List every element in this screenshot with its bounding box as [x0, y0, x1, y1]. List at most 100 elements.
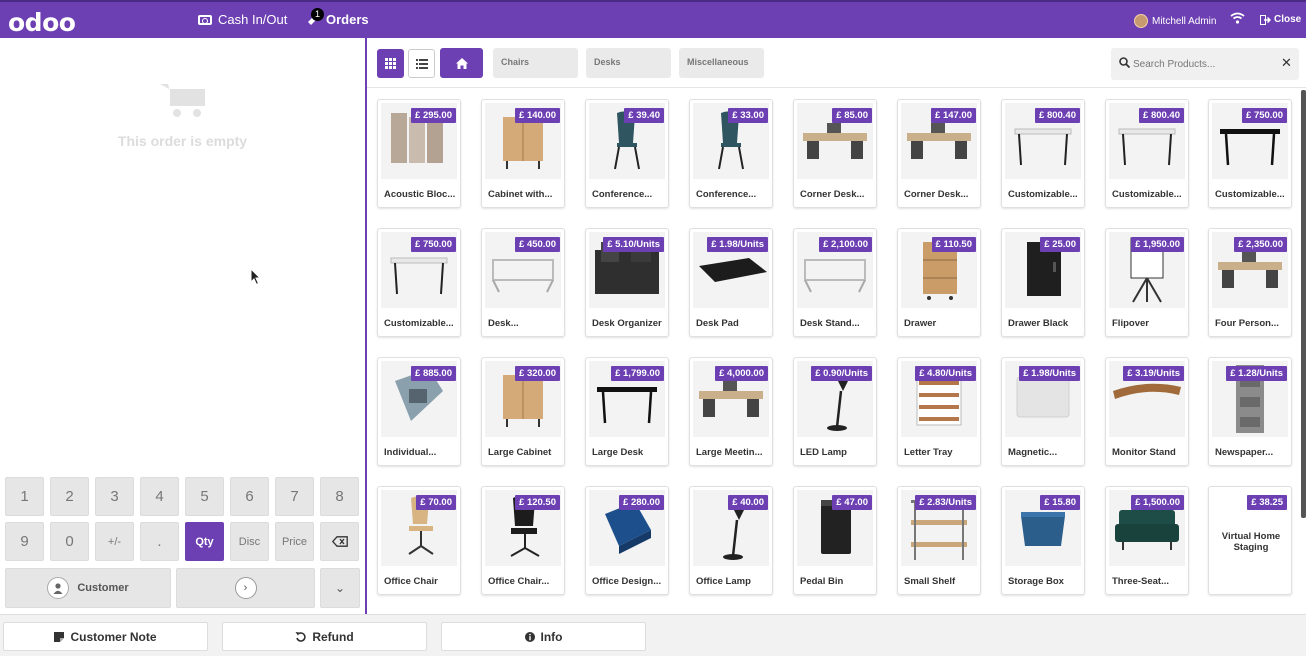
numpad-key-1[interactable]: 1	[5, 477, 44, 516]
chevron-right-icon: ›	[234, 577, 257, 599]
product-card[interactable]: £ 750.00 Customizable...	[1208, 99, 1292, 208]
product-card[interactable]: £ 280.00 Office Design...	[585, 486, 669, 595]
product-card[interactable]: £ 2,100.00 Desk Stand...	[793, 228, 877, 337]
product-price-tag: £ 0.90/Units	[811, 366, 872, 381]
product-card[interactable]: £ 320.00 Large Cabinet	[481, 357, 565, 466]
numpad-key-qty[interactable]: Qty	[185, 522, 224, 561]
product-card[interactable]: £ 295.00 Acoustic Bloc...	[377, 99, 461, 208]
product-card[interactable]: £ 1,799.00 Large Desk	[585, 357, 669, 466]
user-menu[interactable]: Mitchell Admin	[1134, 14, 1216, 28]
product-card[interactable]: £ 85.00 Corner Desk...	[793, 99, 877, 208]
product-scrollbar[interactable]	[1301, 90, 1306, 518]
close-button[interactable]: Close	[1260, 14, 1301, 25]
numpad-key-3[interactable]: 3	[95, 477, 134, 516]
product-card[interactable]: £ 800.40 Customizable...	[1105, 99, 1189, 208]
product-card[interactable]: £ 110.50 Drawer	[897, 228, 981, 337]
product-price-tag: £ 3.19/Units	[1123, 366, 1184, 381]
product-card[interactable]: £ 885.00 Individual...	[377, 357, 461, 466]
category-desks[interactable]: Desks	[586, 48, 671, 78]
cash-in-out-button[interactable]: Cash In/Out	[198, 12, 287, 27]
product-card[interactable]: £ 38.25 Virtual Home Staging	[1208, 486, 1292, 595]
product-name: Pedal Bin	[800, 576, 844, 587]
product-price-tag: £ 85.00	[832, 108, 872, 123]
backspace-key[interactable]	[320, 522, 359, 561]
product-card[interactable]: £ 140.00 Cabinet with...	[481, 99, 565, 208]
product-price-tag: £ 38.25	[1247, 495, 1287, 510]
category-miscellaneous[interactable]: Miscellaneous	[679, 48, 764, 78]
product-name: LED Lamp	[800, 447, 847, 458]
numpad-key-4[interactable]: 4	[140, 477, 179, 516]
product-card[interactable]: £ 1.98/Units Magnetic...	[1001, 357, 1085, 466]
product-price-tag: £ 70.00	[416, 495, 456, 510]
product-card[interactable]: £ 120.50 Office Chair...	[481, 486, 565, 595]
info-button[interactable]: Info	[441, 622, 646, 651]
search-input[interactable]	[1133, 55, 1273, 73]
product-name: Three-Seat...	[1112, 576, 1170, 587]
product-price-tag: £ 5.10/Units	[603, 237, 664, 252]
product-card[interactable]: £ 147.00 Corner Desk...	[897, 99, 981, 208]
numpad-key-9[interactable]: 9	[5, 522, 44, 561]
numpad-key-2[interactable]: 2	[50, 477, 89, 516]
product-card[interactable]: £ 450.00 Desk...	[481, 228, 565, 337]
product-card[interactable]: £ 800.40 Customizable...	[1001, 99, 1085, 208]
grid-view-button[interactable]	[377, 49, 404, 78]
product-name: Conference...	[592, 189, 653, 200]
product-price-tag: £ 110.50	[931, 237, 976, 252]
product-card[interactable]: £ 1.28/Units Newspaper...	[1208, 357, 1292, 466]
product-card[interactable]: £ 47.00 Pedal Bin	[793, 486, 877, 595]
wifi-icon	[1230, 12, 1245, 27]
product-card[interactable]: £ 1.98/Units Desk Pad	[689, 228, 773, 337]
product-card[interactable]: £ 2.83/Units Small Shelf	[897, 486, 981, 595]
product-card[interactable]: £ 5.10/Units Desk Organizer	[585, 228, 669, 337]
clear-search-icon[interactable]: ✕	[1281, 55, 1292, 71]
payment-button[interactable]: ›	[176, 568, 315, 608]
product-card[interactable]: £ 4,000.00 Large Meetin...	[689, 357, 773, 466]
numpad-key-decimal[interactable]: .	[140, 522, 179, 561]
product-name: Acoustic Bloc...	[384, 189, 456, 200]
numpad-key-price[interactable]: Price	[275, 522, 314, 561]
chevron-down-icon: ⌄	[334, 581, 346, 595]
numpad-key-plus-minus[interactable]: +/-	[95, 522, 134, 561]
product-price-tag: £ 140.00	[515, 108, 560, 123]
product-name: Flipover	[1112, 318, 1149, 329]
empty-order-message: This order is empty	[117, 133, 248, 149]
product-card[interactable]: £ 1,500.00 Three-Seat...	[1105, 486, 1189, 595]
product-card[interactable]: £ 70.00 Office Chair	[377, 486, 461, 595]
product-card[interactable]: £ 40.00 Office Lamp	[689, 486, 773, 595]
product-name: Conference...	[696, 189, 757, 200]
product-card[interactable]: £ 1,950.00 Flipover	[1105, 228, 1189, 337]
product-name: Letter Tray	[904, 447, 953, 458]
refund-button[interactable]: Refund	[222, 622, 427, 651]
product-card[interactable]: £ 4.80/Units Letter Tray	[897, 357, 981, 466]
numpad-key-8[interactable]: 8	[320, 477, 359, 516]
numpad-key-disc[interactable]: Disc	[230, 522, 269, 561]
product-card[interactable]: £ 2,350.00 Four Person...	[1208, 228, 1292, 337]
product-name: Large Meetin...	[696, 447, 763, 458]
more-actions-button[interactable]: ⌄	[320, 568, 360, 608]
product-card[interactable]: £ 0.90/Units LED Lamp	[793, 357, 877, 466]
list-view-button[interactable]	[408, 49, 435, 78]
product-card[interactable]: £ 25.00 Drawer Black	[1001, 228, 1085, 337]
product-price-tag: £ 25.00	[1040, 237, 1080, 252]
product-card[interactable]: £ 39.40 Conference...	[585, 99, 669, 208]
product-price-tag: £ 750.00	[411, 237, 456, 252]
close-label: Close	[1274, 14, 1302, 25]
product-card[interactable]: £ 750.00 Customizable...	[377, 228, 461, 337]
customer-note-button[interactable]: Customer Note	[3, 622, 208, 651]
numpad-key-7[interactable]: 7	[275, 477, 314, 516]
category-chairs[interactable]: Chairs	[493, 48, 578, 78]
cash-in-out-label: Cash In/Out	[218, 12, 288, 27]
product-price-tag: £ 120.50	[515, 495, 560, 510]
product-card[interactable]: £ 3.19/Units Monitor Stand	[1105, 357, 1189, 466]
product-price-tag: £ 2,100.00	[819, 237, 872, 252]
customer-button[interactable]: Customer	[5, 568, 171, 608]
product-price-tag: £ 39.40	[624, 108, 664, 123]
numpad-key-0[interactable]: 0	[50, 522, 89, 561]
product-price-tag: £ 1,500.00	[1131, 495, 1184, 510]
product-card[interactable]: £ 15.80 Storage Box	[1001, 486, 1085, 595]
home-category-button[interactable]	[440, 48, 483, 78]
product-name: Virtual Home Staging	[1221, 531, 1281, 553]
product-card[interactable]: £ 33.00 Conference...	[689, 99, 773, 208]
numpad-key-5[interactable]: 5	[185, 477, 224, 516]
numpad-key-6[interactable]: 6	[230, 477, 269, 516]
